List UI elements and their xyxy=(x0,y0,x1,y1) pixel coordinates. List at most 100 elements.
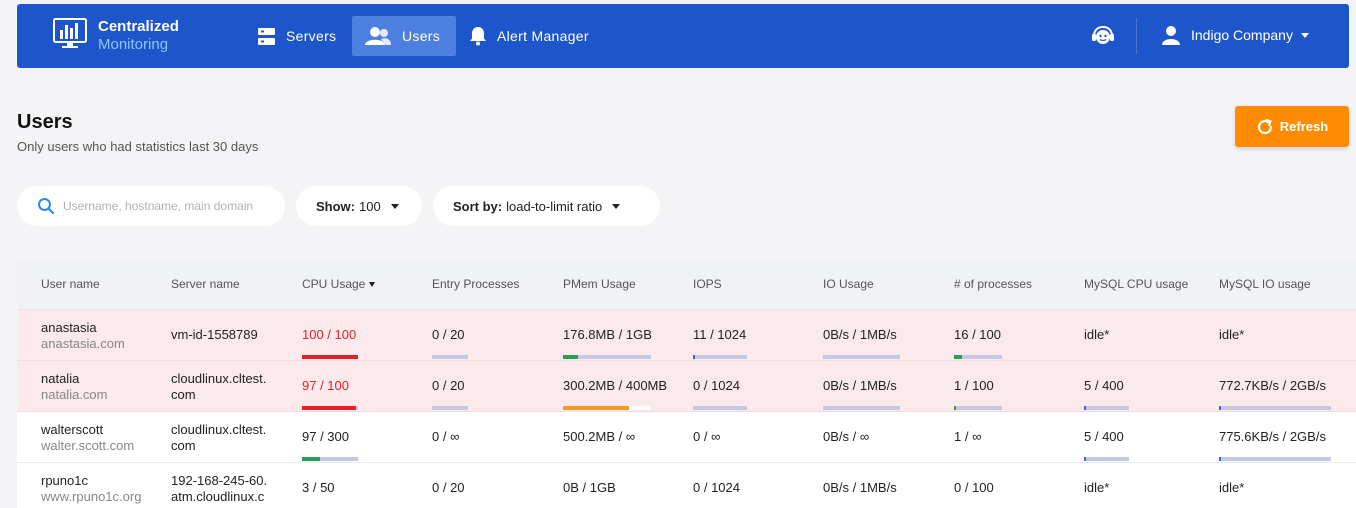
cpu-value: 3 / 50 xyxy=(302,480,335,495)
mysql-cpu-usage-bar xyxy=(1084,457,1129,461)
support-button[interactable] xyxy=(1091,25,1115,52)
page-subtitle: Only users who had statistics last 30 da… xyxy=(17,139,259,154)
nav-servers[interactable]: Servers xyxy=(257,16,336,56)
table-row[interactable]: natalia natalia.com cloudlinux.cltest.com 9… xyxy=(17,361,1356,412)
server-name: cloudlinux.cltest.com xyxy=(171,371,267,402)
show-count-dropdown[interactable]: Show: 100 xyxy=(296,186,422,226)
search-input[interactable] xyxy=(63,199,273,213)
support-agent-icon xyxy=(1092,25,1114,44)
sort-by-dropdown[interactable]: Sort by: load-to-limit ratio xyxy=(433,186,660,226)
bell-icon xyxy=(470,27,486,46)
table-row[interactable]: walterscott walter.scott.com cloudlinux.cl… xyxy=(17,412,1356,463)
server-name: cloudlinux.cltest.com xyxy=(171,422,267,453)
app-logo[interactable]: Centralized Monitoring xyxy=(53,16,193,56)
table-row[interactable]: rpuno1c www.rpuno1c.org 192-168-245-60.atm… xyxy=(17,463,1356,508)
cpu-value: 100 / 100 xyxy=(302,327,357,342)
column-header-processes[interactable]: # of processes xyxy=(954,277,1032,291)
entry-value: 0 / 20 xyxy=(432,378,465,393)
entry-value: 0 / 20 xyxy=(432,480,465,495)
account-menu[interactable]: Indigo Company xyxy=(1161,25,1309,45)
pmem-value: 300.2MB / 400MB xyxy=(563,378,668,393)
monitor-chart-icon xyxy=(53,18,87,48)
pmem-value: 500.2MB / ∞ xyxy=(563,429,636,444)
mysql-cpu-value: 5 / 400 xyxy=(1084,429,1124,444)
usage-bar-fill xyxy=(302,406,356,410)
procs-value: 1 / 100 xyxy=(954,378,994,393)
nav-users[interactable]: Users xyxy=(352,16,456,56)
nav-alert-manager[interactable]: Alert Manager xyxy=(469,16,589,56)
usage-bar-fill xyxy=(563,355,578,359)
column-header-user-name[interactable]: User name xyxy=(41,277,100,291)
usage-bar-fill xyxy=(302,457,320,461)
server-name: 192-168-245-60.atm.cloudlinux.com xyxy=(171,473,268,508)
nav-alert-label: Alert Manager xyxy=(497,28,589,44)
show-label: Show: xyxy=(316,198,355,214)
account-name: Indigo Company xyxy=(1191,27,1293,43)
column-header-server-name[interactable]: Server name xyxy=(171,277,240,291)
top-navigation-bar: Centralized Monitoring Servers Users Ale… xyxy=(17,4,1349,68)
usage-bar-fill xyxy=(302,355,358,359)
usage-bar-fill xyxy=(1219,457,1221,461)
show-value: 100 xyxy=(359,198,381,214)
procs-usage-bar xyxy=(954,406,1002,410)
nav-users-label: Users xyxy=(402,28,441,44)
column-header-entry-processes[interactable]: Entry Processes xyxy=(432,277,519,291)
table-body: anastasia anastasia.com vm-id-1558789 100 /… xyxy=(17,310,1356,508)
chevron-down-icon xyxy=(390,203,399,209)
user-name[interactable]: rpuno1c xyxy=(41,473,141,489)
column-header-iops[interactable]: IOPS xyxy=(693,277,722,291)
mysql-cpu-value: idle* xyxy=(1084,327,1110,342)
iops-value: 0 / 1024 xyxy=(693,480,740,495)
user-name[interactable]: natalia xyxy=(41,371,107,387)
mysql-io-value: idle* xyxy=(1219,480,1245,495)
table-row[interactable]: anastasia anastasia.com vm-id-1558789 100 /… xyxy=(17,310,1356,361)
user-cell: walterscott walter.scott.com xyxy=(41,422,134,454)
entry-value: 0 / ∞ xyxy=(432,429,460,444)
iops-value: 0 / ∞ xyxy=(693,429,721,444)
column-header-pmem-usage[interactable]: PMem Usage xyxy=(563,277,636,291)
chevron-down-icon xyxy=(1300,32,1309,38)
entry-usage-bar xyxy=(432,355,468,359)
logo-subtitle: Monitoring xyxy=(98,36,169,53)
cpu-usage-header-label: CPU Usage xyxy=(302,277,366,291)
column-header-cpu-usage[interactable]: CPU Usage xyxy=(302,277,376,291)
pmem-value: 176.8MB / 1GB xyxy=(563,327,652,342)
sort-value: load-to-limit ratio xyxy=(506,198,603,214)
cpu-value: 97 / 100 xyxy=(302,378,349,393)
users-table: User name Server name CPU Usage Entry Pr… xyxy=(17,259,1356,508)
user-domain: www.rpuno1c.org xyxy=(41,489,142,504)
io-usage-bar xyxy=(823,406,900,410)
mysql-cpu-usage-bar xyxy=(1084,406,1129,410)
search-icon xyxy=(38,198,55,215)
procs-value: 16 / 100 xyxy=(954,327,1001,342)
procs-value: 1 / ∞ xyxy=(954,429,982,444)
page-title: Users xyxy=(17,111,73,133)
usage-bar-fill xyxy=(693,355,695,359)
refresh-icon xyxy=(1257,118,1272,134)
usage-bar-fill xyxy=(954,406,956,410)
user-name[interactable]: walterscott xyxy=(41,422,134,438)
pmem-value: 0B / 1GB xyxy=(563,480,616,495)
column-header-mysql-cpu[interactable]: MySQL CPU usage xyxy=(1084,277,1188,291)
nav-divider xyxy=(1136,18,1137,54)
users-icon xyxy=(365,27,391,45)
user-domain: walter.scott.com xyxy=(41,438,135,453)
cpu-usage-bar xyxy=(302,457,358,461)
refresh-button[interactable]: Refresh xyxy=(1235,106,1349,147)
procs-usage-bar xyxy=(954,355,1002,359)
usage-bar-fill xyxy=(563,406,629,410)
logo-title: Centralized xyxy=(98,18,179,35)
mysql-cpu-value: 5 / 400 xyxy=(1084,378,1124,393)
usage-bar-fill xyxy=(1219,406,1221,410)
mysql-io-usage-bar xyxy=(1219,457,1331,461)
column-header-io-usage[interactable]: IO Usage xyxy=(823,277,874,291)
usage-bar-fill xyxy=(1084,406,1086,410)
chevron-down-icon xyxy=(612,203,621,209)
procs-value: 0 / 100 xyxy=(954,480,994,495)
column-header-mysql-io[interactable]: MySQL IO usage xyxy=(1219,277,1311,291)
user-domain: anastasia.com xyxy=(41,336,125,351)
user-name[interactable]: anastasia xyxy=(41,320,125,336)
entry-usage-bar xyxy=(432,406,468,410)
user-cell: rpuno1c www.rpuno1c.org xyxy=(41,473,141,505)
iops-value: 11 / 1024 xyxy=(693,327,747,342)
